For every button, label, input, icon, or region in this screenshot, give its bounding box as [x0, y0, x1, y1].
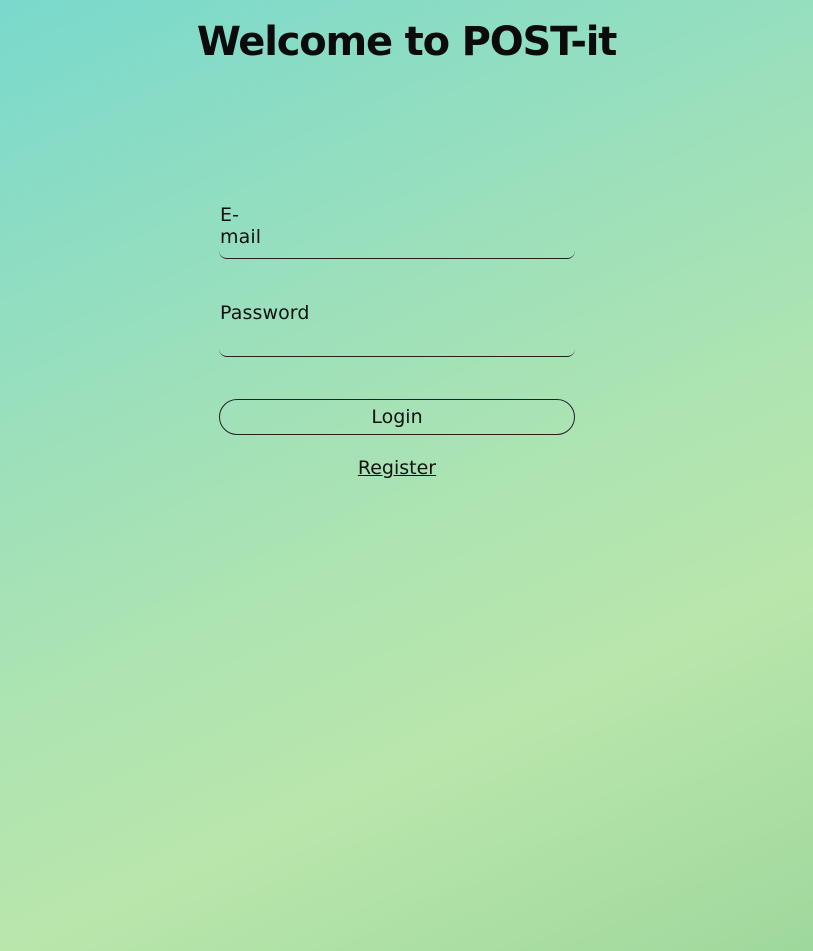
password-label: Password: [220, 302, 310, 324]
register-link[interactable]: Register: [219, 457, 575, 479]
login-button[interactable]: Login: [219, 399, 575, 435]
login-page: Welcome to POST-it E-mail Password Login…: [0, 0, 813, 951]
page-title: Welcome to POST-it: [196, 19, 618, 65]
password-field[interactable]: [219, 328, 575, 357]
email-field[interactable]: [219, 230, 575, 259]
